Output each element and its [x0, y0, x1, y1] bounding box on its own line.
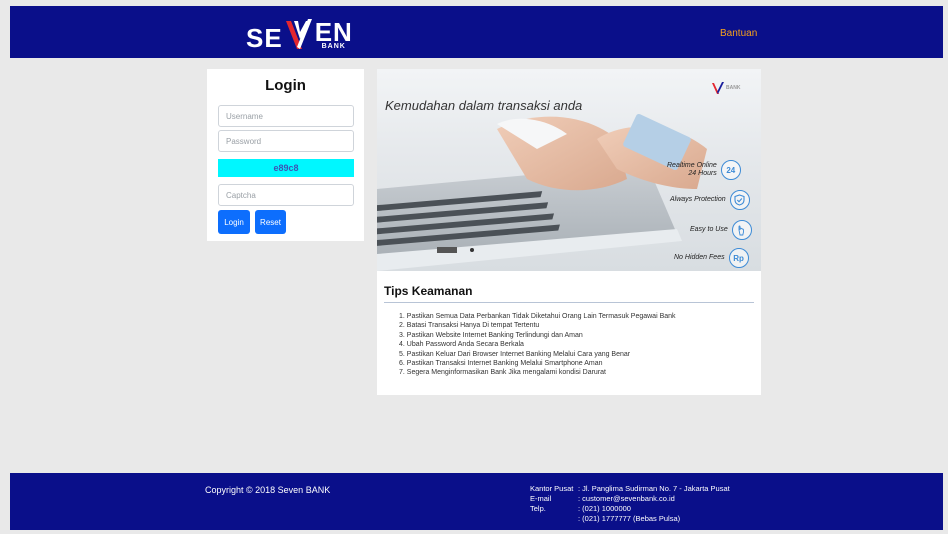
- tips-list: 1. Pastikan Semua Data Perbankan Tidak D…: [399, 312, 676, 378]
- tips-title: Tips Keamanan: [384, 284, 473, 298]
- feature-protection: Always Protection: [670, 190, 750, 210]
- login-title: Login: [265, 77, 306, 94]
- hero-tagline: Kemudahan dalam transaksi anda: [385, 98, 583, 113]
- feature-realtime: Realtime Online 24 Hours 24: [667, 160, 741, 180]
- username-input[interactable]: [218, 105, 354, 127]
- tip-item: 7. Segera Menginformasikan Bank Jika men…: [399, 369, 606, 377]
- tip-item: 6. Pastikan Transaksi Internet Banking M…: [399, 360, 603, 368]
- v-logo-icon: [712, 82, 724, 94]
- tip-item: 3. Pastikan Website Internet Banking Ter…: [399, 331, 583, 339]
- hero-brand-mark: BANK: [711, 81, 740, 95]
- logo-text-right: EN: [314, 17, 353, 47]
- feature-easy-to-use: Easy to Use: [690, 220, 752, 240]
- tip-item: 1. Pastikan Semua Data Perbankan Tidak D…: [399, 313, 676, 320]
- seven-bank-logo[interactable]: SE EN BANK: [246, 15, 353, 51]
- logo-subtext: BANK: [321, 43, 346, 50]
- tip-item: 2. Batasi Transaksi Hanya Di tempat Tert…: [399, 322, 540, 330]
- tip-item: 5. Pastikan Keluar Dari Browser Internet…: [399, 350, 631, 358]
- reset-button[interactable]: Reset: [255, 210, 286, 234]
- tip-item: 4. Ubah Password Anda Secara Berkala: [399, 341, 524, 349]
- contact-row-phone-free: : (021) 1777777 (Bebas Pulsa): [578, 514, 681, 523]
- contact-row-phone: Telp. : (021) 1000000: [530, 504, 631, 513]
- tips-divider: [384, 302, 754, 303]
- login-card: Login e89c8 Login Reset: [207, 69, 364, 241]
- copyright-text: Copyright © 2018 Seven BANK: [205, 485, 331, 495]
- footer: Copyright © 2018 Seven BANK Kantor Pusat…: [10, 473, 943, 530]
- contact-row-office: Kantor Pusat : Jl. Panglima Sudirman No.…: [530, 484, 730, 493]
- password-input[interactable]: [218, 130, 354, 152]
- shield-check-icon: [729, 190, 750, 210]
- hero-banner: Kemudahan dalam transaksi anda BANK Real…: [377, 69, 761, 271]
- captcha-input[interactable]: [218, 184, 354, 206]
- logo-v-mark-icon: [284, 17, 314, 51]
- help-link[interactable]: Bantuan: [720, 28, 757, 39]
- contact-row-email: E-mail : customer@sevenbank.co.id: [530, 494, 675, 503]
- contact-info: Kantor Pusat : Jl. Panglima Sudirman No.…: [530, 484, 730, 524]
- info-card: Kemudahan dalam transaksi anda BANK Real…: [377, 69, 761, 395]
- feature-no-hidden-fees: No Hidden Fees Rp: [674, 248, 749, 268]
- rupiah-icon: Rp: [728, 248, 749, 268]
- captcha-code: e89c8: [218, 159, 354, 177]
- top-header: SE EN BANK Bantuan: [10, 6, 943, 58]
- hero-logo-text: BANK: [726, 85, 741, 91]
- login-button[interactable]: Login: [218, 210, 250, 234]
- 24-hours-icon: 24: [720, 160, 741, 180]
- hand-tap-icon: [731, 220, 752, 240]
- logo-text-left: SE: [246, 23, 283, 53]
